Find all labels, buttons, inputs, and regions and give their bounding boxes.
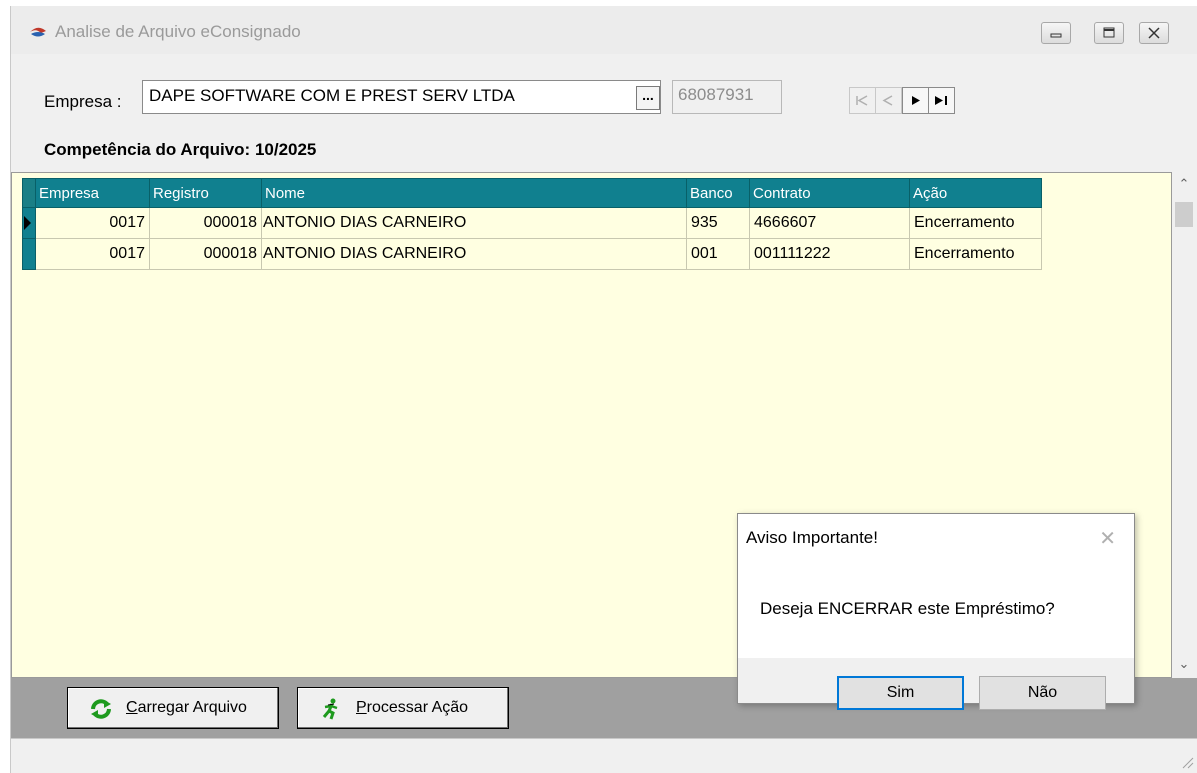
carregar-arquivo-label: Carregar Arquivo [126, 699, 247, 716]
title-bar[interactable]: Analise de Arquivo eConsignado [11, 6, 1197, 54]
cell-banco[interactable]: 001 [686, 238, 750, 270]
window-title: Analise de Arquivo eConsignado [55, 22, 301, 41]
cell-banco[interactable]: 935 [686, 207, 750, 239]
close-icon [1148, 27, 1160, 39]
app-icon [30, 27, 46, 37]
cell-empresa[interactable]: 0017 [35, 207, 150, 239]
resize-grip-icon[interactable] [1180, 755, 1194, 769]
close-button[interactable] [1139, 22, 1169, 44]
cell-acao[interactable]: Encerramento [909, 238, 1042, 270]
row-indicator[interactable] [22, 207, 36, 239]
dialog-close-icon[interactable]: ✕ [1099, 526, 1116, 551]
nav-next-icon [912, 96, 920, 105]
nav-prior-icon [882, 95, 893, 106]
column-header-registro[interactable]: Registro [149, 178, 262, 208]
maximize-icon [1103, 27, 1115, 38]
empresa-label: Empresa : [44, 92, 122, 111]
sim-button[interactable]: Sim [837, 676, 964, 710]
empresa-code-field[interactable]: 68087931 [672, 80, 782, 114]
empresa-lookup-button[interactable]: ... [636, 86, 660, 110]
grid-indicator-header [22, 178, 36, 208]
running-man-icon [322, 698, 338, 720]
grid-header-row: Empresa Registro Nome Banco Contrato Açã… [22, 178, 1042, 208]
nav-first-icon [856, 95, 868, 106]
processar-acao-label: Processar Ação [356, 699, 469, 716]
column-header-contrato[interactable]: Contrato [749, 178, 910, 208]
current-row-arrow-icon [24, 216, 31, 230]
scrollbar-thumb[interactable] [1175, 202, 1193, 227]
competencia-label: Competência do Arquivo: 10/2025 [44, 140, 317, 159]
vertical-scrollbar[interactable]: ⌃ ⌄ [1172, 172, 1196, 678]
nav-first-button[interactable] [849, 87, 876, 114]
nao-button[interactable]: Não [979, 676, 1106, 710]
minimize-icon [1050, 33, 1062, 38]
scroll-up-icon[interactable]: ⌃ [1172, 176, 1196, 196]
empresa-name-field[interactable]: DAPE SOFTWARE COM E PREST SERV LTDA [142, 80, 661, 114]
dialog-title: Aviso Importante! [746, 528, 878, 547]
row-indicator[interactable] [22, 238, 36, 270]
cell-empresa[interactable]: 0017 [35, 238, 150, 270]
status-bar [11, 738, 1197, 773]
processar-acao-button[interactable]: Processar Ação [297, 687, 509, 729]
nav-last-icon [935, 96, 947, 105]
cell-acao[interactable]: Encerramento [909, 207, 1042, 239]
cell-contrato[interactable]: 001111222 [749, 238, 910, 270]
column-header-banco[interactable]: Banco [686, 178, 750, 208]
scroll-down-icon[interactable]: ⌄ [1172, 656, 1196, 676]
nav-last-button[interactable] [928, 87, 955, 114]
nav-next-button[interactable] [902, 87, 929, 114]
minimize-button[interactable] [1041, 22, 1071, 44]
cell-registro[interactable]: 000018 [149, 207, 262, 239]
dialog-message: Deseja ENCERRAR este Empréstimo? [760, 599, 1055, 618]
table-row[interactable]: 0017 000018 ANTONIO DIAS CARNEIRO 001 00… [22, 238, 1042, 270]
table-row[interactable]: 0017 000018 ANTONIO DIAS CARNEIRO 935 46… [22, 207, 1042, 239]
cell-registro[interactable]: 000018 [149, 238, 262, 270]
column-header-acao[interactable]: Ação [909, 178, 1042, 208]
cell-nome[interactable]: ANTONIO DIAS CARNEIRO [261, 238, 687, 270]
column-header-empresa[interactable]: Empresa [35, 178, 150, 208]
column-header-nome[interactable]: Nome [261, 178, 687, 208]
carregar-arquivo-button[interactable]: Carregar Arquivo [67, 687, 279, 729]
maximize-button[interactable] [1094, 22, 1124, 44]
cell-contrato[interactable]: 4666607 [749, 207, 910, 239]
refresh-icon [91, 699, 111, 719]
cell-nome[interactable]: ANTONIO DIAS CARNEIRO [261, 207, 687, 239]
nav-prior-button[interactable] [875, 87, 902, 114]
